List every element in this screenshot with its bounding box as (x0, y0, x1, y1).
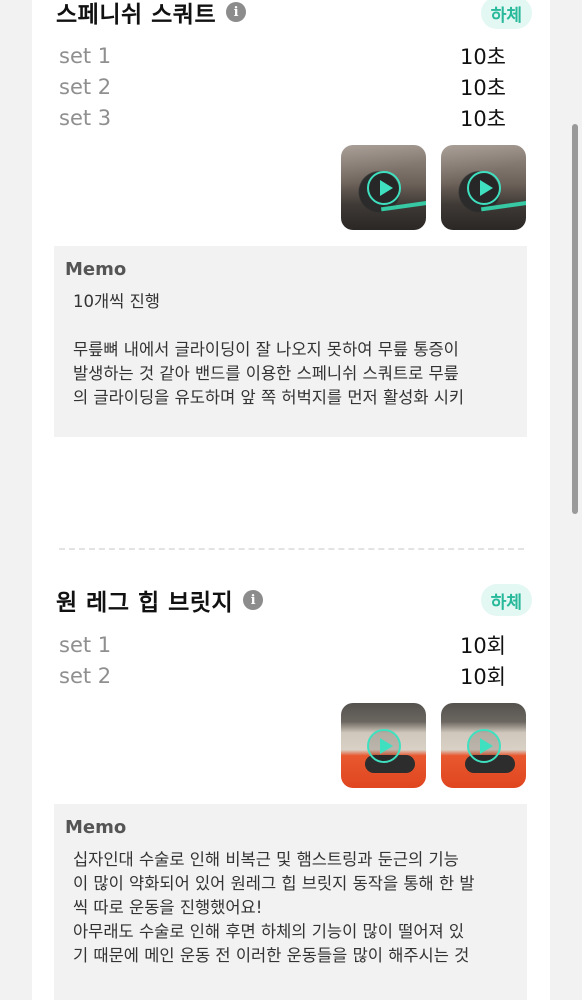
play-icon[interactable] (366, 728, 401, 763)
memo-text: 10개씩 진행 무릎뼈 내에서 글라이딩이 잘 나오지 못하여 무릎 통증이 발… (73, 292, 465, 407)
set-value: 10초 (459, 107, 506, 131)
set-row: set 3 10초 (59, 103, 506, 133)
play-icon[interactable] (466, 170, 501, 205)
video-thumbnails (341, 703, 526, 788)
set-value: 10초 (459, 76, 506, 100)
exercise-section-1: 스페니쉬 스쿼트 i 하체 set 1 10초 set 2 10초 set 3 … (32, 0, 550, 440)
memo-title: Memo (65, 259, 127, 280)
memo-text: 십자인대 수술로 인해 비복근 및 햄스트링과 둔근의 기능 이 많이 약화되어… (73, 850, 475, 965)
set-row: set 1 10초 (59, 41, 506, 71)
set-label: set 3 (59, 106, 112, 130)
play-icon[interactable] (466, 728, 501, 763)
memo-box: Memo 십자인대 수술로 인해 비복근 및 햄스트링과 둔근의 기능 이 많이… (54, 804, 527, 1000)
section-divider (59, 548, 524, 550)
exercise-title-row: 스페니쉬 스쿼트 i (56, 0, 247, 30)
set-row: set 1 10회 (59, 630, 506, 660)
video-thumbnail[interactable] (341, 703, 426, 788)
memo-box: Memo 10개씩 진행 무릎뼈 내에서 글라이딩이 잘 나오지 못하여 무릎 … (54, 246, 527, 437)
play-icon[interactable] (366, 170, 401, 205)
info-icon[interactable]: i (243, 590, 264, 610)
memo-title: Memo (65, 817, 127, 838)
video-thumbnails (341, 145, 526, 230)
info-icon[interactable]: i (226, 2, 247, 22)
video-thumbnail[interactable] (441, 703, 526, 788)
scrollbar[interactable] (572, 124, 578, 514)
set-row: set 2 10초 (59, 72, 506, 102)
set-label: set 1 (59, 633, 112, 657)
set-label: set 2 (59, 75, 112, 99)
exercise-section-2: 원 레그 힙 브릿지 i 하체 set 1 10회 set 2 10회 Memo… (32, 582, 550, 1000)
set-label: set 1 (59, 44, 112, 68)
video-thumbnail[interactable] (341, 145, 426, 230)
exercise-title-row: 원 레그 힙 브릿지 i (56, 582, 264, 618)
set-value: 10회 (459, 665, 506, 689)
set-value: 10초 (459, 45, 506, 69)
set-value: 10회 (459, 634, 506, 658)
set-label: set 2 (59, 664, 112, 688)
body-part-tag: 하체 (480, 0, 532, 29)
video-thumbnail[interactable] (441, 145, 526, 230)
exercise-title: 원 레그 힙 브릿지 (56, 590, 234, 616)
set-row: set 2 10회 (59, 661, 506, 691)
workout-card: 스페니쉬 스쿼트 i 하체 set 1 10초 set 2 10초 set 3 … (32, 0, 550, 1000)
exercise-title: 스페니쉬 스쿼트 (56, 2, 217, 28)
body-part-tag: 하체 (480, 584, 532, 616)
